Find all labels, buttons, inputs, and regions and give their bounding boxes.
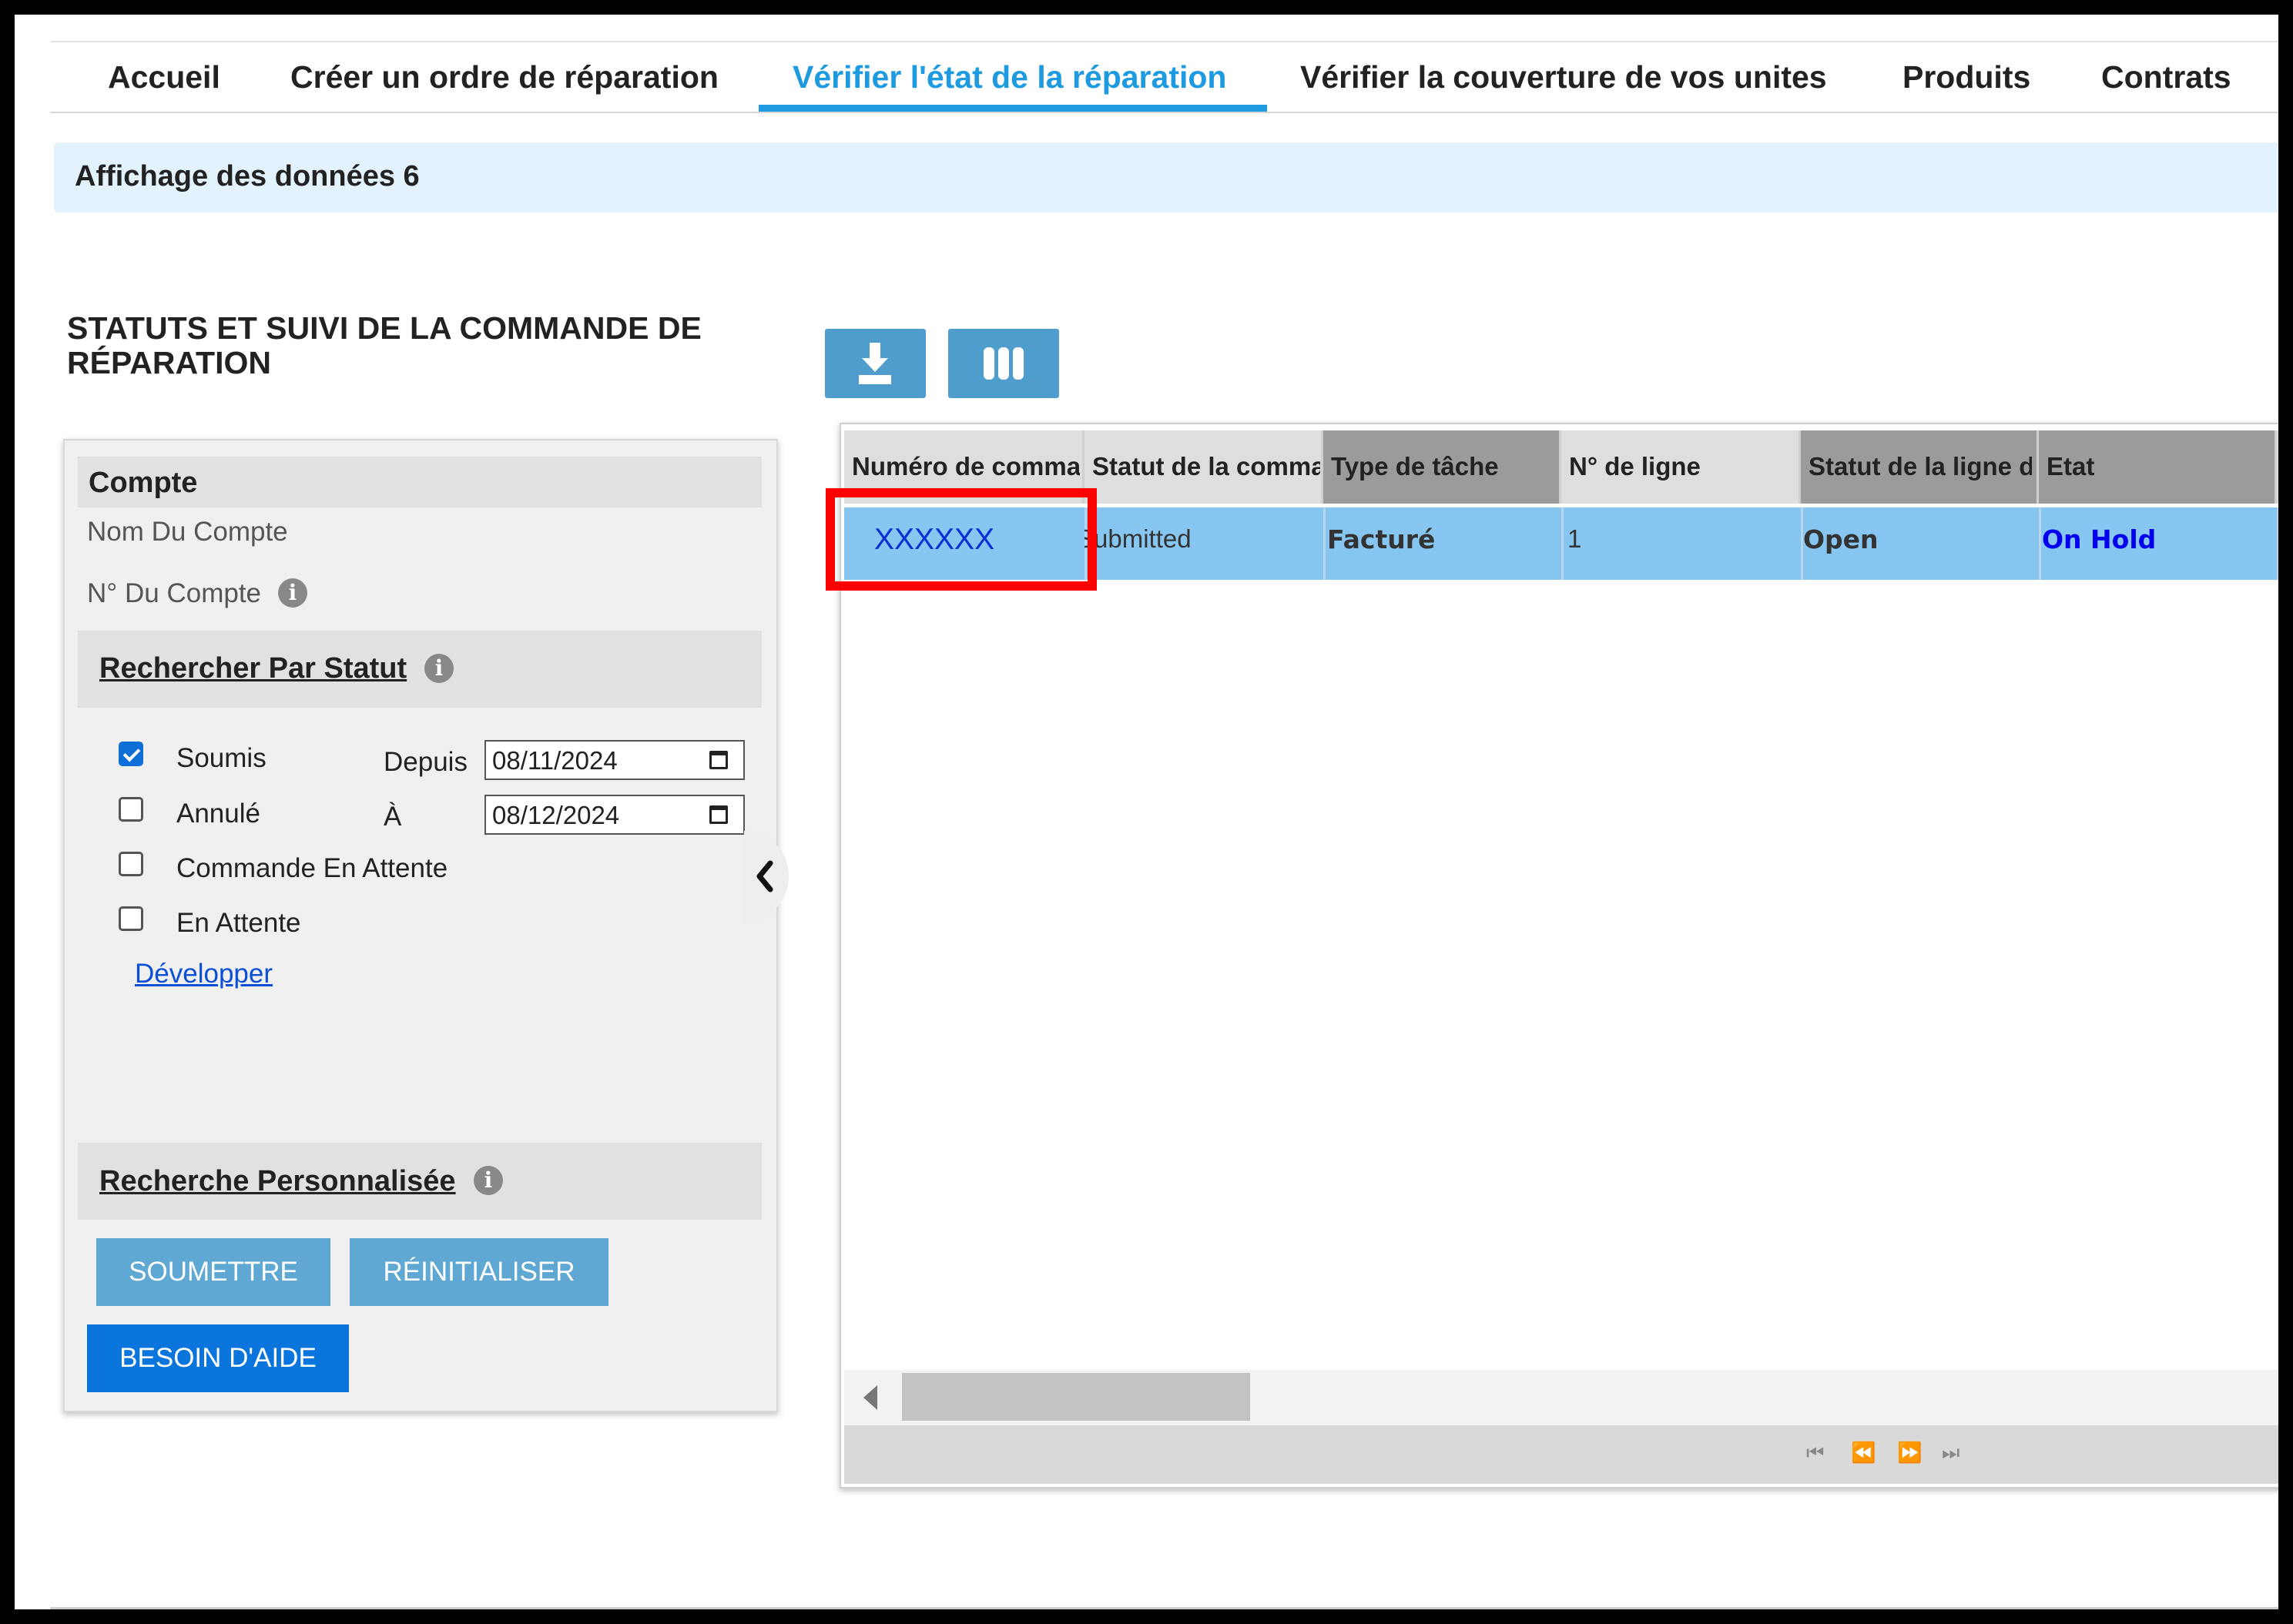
column-header-task-type[interactable]: Type de tâche [1323, 430, 1561, 504]
column-header-line-number[interactable]: N° de ligne [1561, 430, 1801, 504]
info-icon[interactable]: i [474, 1166, 503, 1195]
date-from-label: Depuis [384, 747, 468, 777]
cell-divider [2039, 507, 2041, 580]
column-header-line-status[interactable]: Statut de la ligne de [1801, 430, 2039, 504]
calendar-icon[interactable] [709, 805, 728, 824]
nav-tab-accueil[interactable]: Accueil [108, 59, 220, 95]
calendar-icon[interactable] [709, 751, 728, 769]
cell-divider [1323, 507, 1326, 580]
state-cell: On Hold [2042, 524, 2157, 554]
account-number-label: N° Du Compte [87, 578, 262, 608]
order-status-cell: Submitted [1084, 524, 1192, 553]
cell-divider [2277, 507, 2278, 580]
cell-divider [1561, 507, 1564, 580]
status-search-title[interactable]: Rechercher Par Statut [99, 652, 407, 685]
nav-divider-bottom [50, 112, 2278, 113]
nav-tab-create-order[interactable]: Créer un ordre de réparation [290, 59, 719, 95]
checkbox-label-commande-en-attente: Commande En Attente [176, 853, 448, 883]
first-page-icon[interactable]: ⏮ [1806, 1442, 1824, 1465]
date-from-input[interactable]: 08/11/2024 [484, 740, 745, 780]
checkbox-label-en-attente: En Attente [176, 908, 301, 938]
date-to-label: À [384, 802, 402, 832]
checkbox-soumis[interactable] [119, 742, 143, 766]
collapse-panel-toggle[interactable] [744, 831, 789, 922]
column-header-state[interactable]: Etat [2039, 430, 2277, 504]
scrollbar-thumb[interactable] [902, 1373, 1250, 1421]
next-page-icon[interactable]: ⏩ [1897, 1442, 1922, 1465]
line-number-cell: 1 [1567, 524, 1582, 553]
last-page-icon[interactable]: ⏭ [1942, 1442, 1959, 1465]
chevron-left-icon [756, 860, 773, 892]
checkbox-annule[interactable] [119, 797, 143, 822]
nav-tab-check-status[interactable]: Vérifier l'état de la réparation [793, 59, 1226, 95]
account-section-title: Compte [89, 467, 198, 499]
column-chooser-button[interactable] [948, 329, 1059, 398]
nav-tab-products[interactable]: Produits [1902, 59, 2030, 95]
nav-divider-top [50, 41, 2278, 42]
checkbox-en-attente[interactable] [119, 906, 143, 931]
checkbox-commande-en-attente[interactable] [119, 852, 143, 876]
page-bottom-divider [50, 1607, 2278, 1609]
columns-icon [984, 347, 1024, 380]
active-tab-indicator [759, 105, 1267, 112]
nav-tab-contracts[interactable]: Contrats [2101, 59, 2231, 95]
prev-page-icon[interactable]: ⏪ [1851, 1442, 1876, 1465]
app-window: Accueil Créer un ordre de réparation Vér… [15, 15, 2278, 1609]
checkbox-label-soumis: Soumis [176, 743, 267, 773]
export-button[interactable] [825, 329, 926, 398]
date-to-input[interactable]: 08/12/2024 [484, 795, 745, 835]
checkbox-label-annule: Annulé [176, 799, 260, 829]
page-title: STATUTS ET SUIVI DE LA COMMANDE DE RÉPAR… [67, 310, 702, 380]
column-header-more[interactable]: D [2277, 430, 2278, 504]
info-icon[interactable]: i [424, 654, 454, 683]
highlight-box [826, 488, 1097, 591]
grid-pager [844, 1425, 2278, 1484]
help-button[interactable]: BESOIN D'AIDE [87, 1324, 349, 1392]
task-type-cell: Facturé [1327, 524, 1436, 554]
submit-button[interactable]: SOUMETTRE [96, 1238, 330, 1306]
banner-text: Affichage des données 6 [75, 160, 420, 193]
line-status-cell: Open [1803, 524, 1879, 554]
expand-link[interactable]: Développer [135, 959, 273, 989]
info-icon[interactable]: i [278, 578, 307, 608]
column-header-order-status[interactable]: Statut de la comma [1084, 430, 1323, 504]
nav-tab-check-coverage[interactable]: Vérifier la couverture de vos unites [1300, 59, 1827, 95]
reset-button[interactable]: RÉINITIALISER [350, 1238, 608, 1306]
custom-search-title[interactable]: Recherche Personnalisée [99, 1165, 456, 1198]
account-name-label: Nom Du Compte [87, 517, 288, 547]
download-icon [859, 343, 891, 384]
scroll-left-arrow[interactable] [862, 1384, 880, 1415]
